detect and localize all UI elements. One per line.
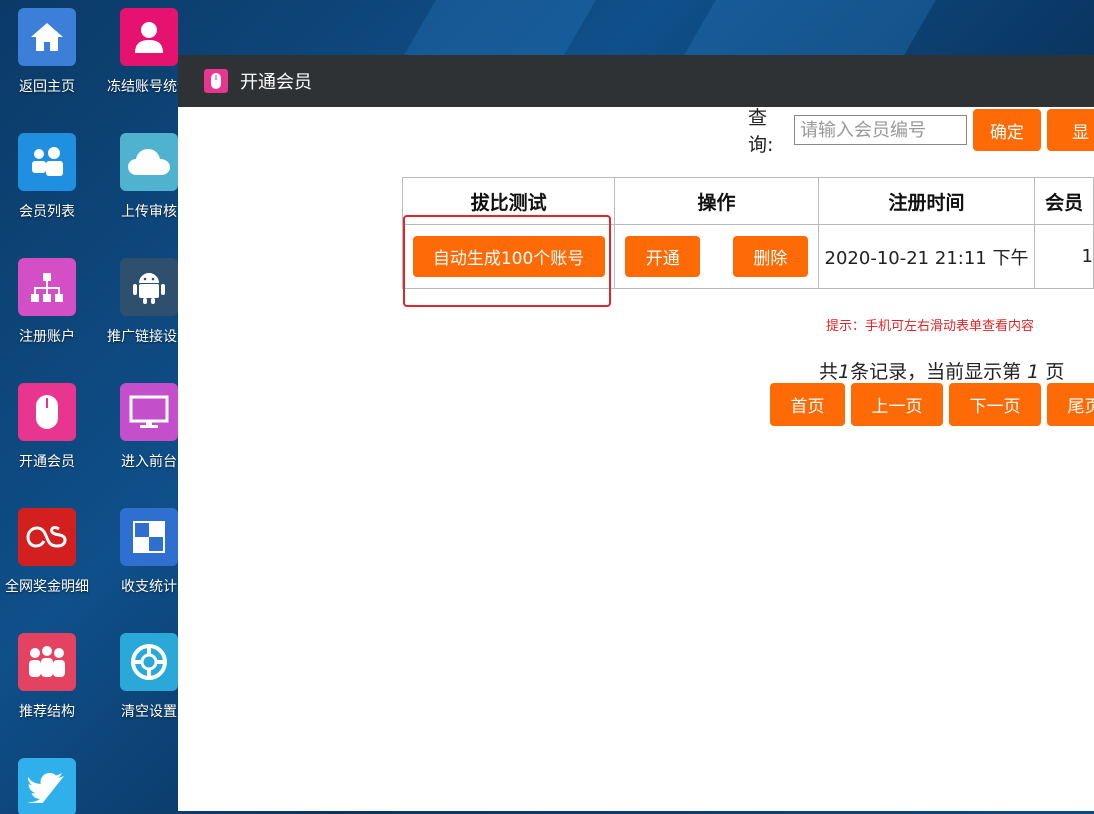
window-titlebar[interactable]: 开通会员: [178, 55, 1094, 107]
desktop-icon-register[interactable]: 注册账户: [0, 258, 97, 346]
table-header-row: 拔比测试 操作 注册时间 会员: [401, 177, 1094, 225]
delete-button[interactable]: 删除: [732, 236, 808, 277]
column-header: 拔比测试: [401, 177, 616, 225]
android-icon: [120, 258, 178, 316]
monitor-icon: [120, 383, 178, 441]
column-header: 注册时间: [817, 177, 1036, 225]
open-member-window: 开通会员 查询: 确定 显 拔比测试 操作 注册时间 会员 自动生成100个账号: [178, 55, 1094, 811]
desktop-icon-label: 开通会员: [19, 454, 75, 470]
table-row: 自动生成100个账号 开通 删除 2020-10-21 21:11 下午 1: [401, 224, 1094, 289]
record-prefix: 共: [819, 361, 839, 383]
org-chart-icon: [18, 258, 76, 316]
register-time-cell: 2020-10-21 21:11 下午: [817, 224, 1036, 289]
users-icon: [18, 133, 76, 191]
desktop-icon-users[interactable]: 会员列表: [0, 133, 97, 221]
auto-generate-accounts-button[interactable]: 自动生成100个账号: [412, 236, 605, 277]
desktop-icon-label: 返回主页: [19, 79, 75, 95]
record-page: 1: [1027, 361, 1040, 383]
desktop-icon-label: 会员列表: [19, 204, 75, 220]
background-streak: [404, 0, 596, 55]
record-count: 共1条记录，当前显示第 1 页: [819, 357, 1064, 384]
mouse-icon: [18, 383, 76, 441]
table-cell: 开通 删除: [614, 224, 819, 289]
desktop-icon-label: 注册账户: [19, 329, 75, 345]
user-icon: [120, 8, 178, 66]
desktop-icon-bonus[interactable]: 全网奖金明细: [0, 508, 97, 596]
desktop-icon-home[interactable]: 返回主页: [0, 8, 97, 96]
search-bar: 查询: 确定 显: [748, 107, 1094, 156]
member-cell: 1: [1034, 224, 1094, 289]
window-title: 开通会员: [240, 72, 312, 93]
twitter-icon: [18, 758, 76, 814]
record-total: 1: [838, 361, 851, 383]
first-page-button[interactable]: 首页: [770, 383, 845, 426]
next-page-button[interactable]: 下一页: [949, 383, 1041, 426]
cloud-icon: [120, 133, 178, 191]
search-label: 查询:: [748, 107, 774, 156]
table-cell: 自动生成100个账号: [401, 224, 616, 289]
record-middle: 条记录，当前显示第: [850, 361, 1022, 383]
last-page-button[interactable]: 尾页: [1047, 383, 1094, 426]
column-header: 操作: [614, 177, 819, 225]
pagination: 首页 上一页 下一页 尾页: [770, 383, 1094, 426]
open-member-button[interactable]: 开通: [625, 236, 701, 277]
lastfm-icon: [18, 508, 76, 566]
confirm-button[interactable]: 确定: [973, 109, 1041, 151]
prev-page-button[interactable]: 上一页: [851, 383, 943, 426]
refresh-button[interactable]: 显: [1046, 109, 1094, 151]
record-suffix: 页: [1045, 361, 1065, 383]
desktop-icon-twitter[interactable]: [0, 758, 97, 814]
home-icon: [18, 8, 76, 66]
mobile-scroll-hint: 提示：手机可左右滑动表单查看内容: [826, 319, 1035, 334]
desktop-icon-structure[interactable]: 推荐结构: [0, 633, 97, 721]
mouse-icon: [204, 69, 228, 93]
background-streak: [684, 0, 936, 55]
desktop-icon-label: 推荐结构: [19, 704, 75, 720]
lifebuoy-icon: [120, 633, 178, 691]
member-table: 拔比测试 操作 注册时间 会员 自动生成100个账号 开通 删除 2020-10…: [401, 177, 1094, 289]
desktop-icon-label: 全网奖金明细: [5, 579, 89, 595]
column-header: 会员: [1034, 177, 1094, 225]
grid-icon: [120, 508, 178, 566]
desktop-icon-open-member[interactable]: 开通会员: [0, 383, 97, 471]
member-id-search-input[interactable]: [794, 115, 968, 145]
family-icon: [18, 633, 76, 691]
